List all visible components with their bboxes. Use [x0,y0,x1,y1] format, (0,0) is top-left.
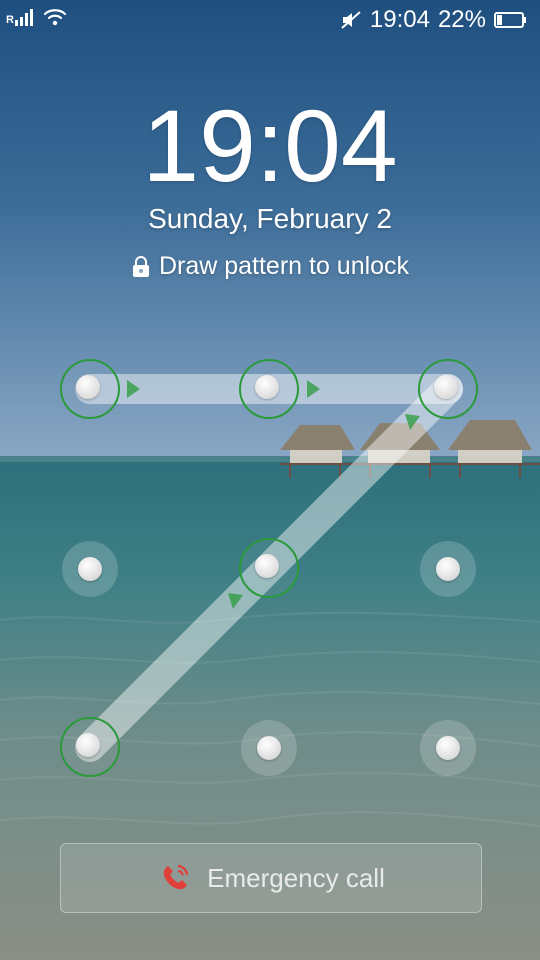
pattern-dot-9[interactable] [420,720,476,776]
emergency-call-label: Emergency call [207,862,385,893]
pattern-dot-8[interactable] [241,720,297,776]
emergency-call-button[interactable]: Emergency call [60,843,482,913]
pattern-dot-7[interactable] [60,717,120,777]
pattern-dot-3[interactable] [418,359,478,419]
pattern-dot-2[interactable] [239,359,299,419]
pattern-dot-1[interactable] [60,359,120,419]
pattern-grid[interactable] [0,0,540,960]
pattern-dot-4[interactable] [62,541,118,597]
pattern-dot-6[interactable] [420,541,476,597]
pattern-dot-5[interactable] [239,538,299,598]
phone-icon [163,864,189,890]
